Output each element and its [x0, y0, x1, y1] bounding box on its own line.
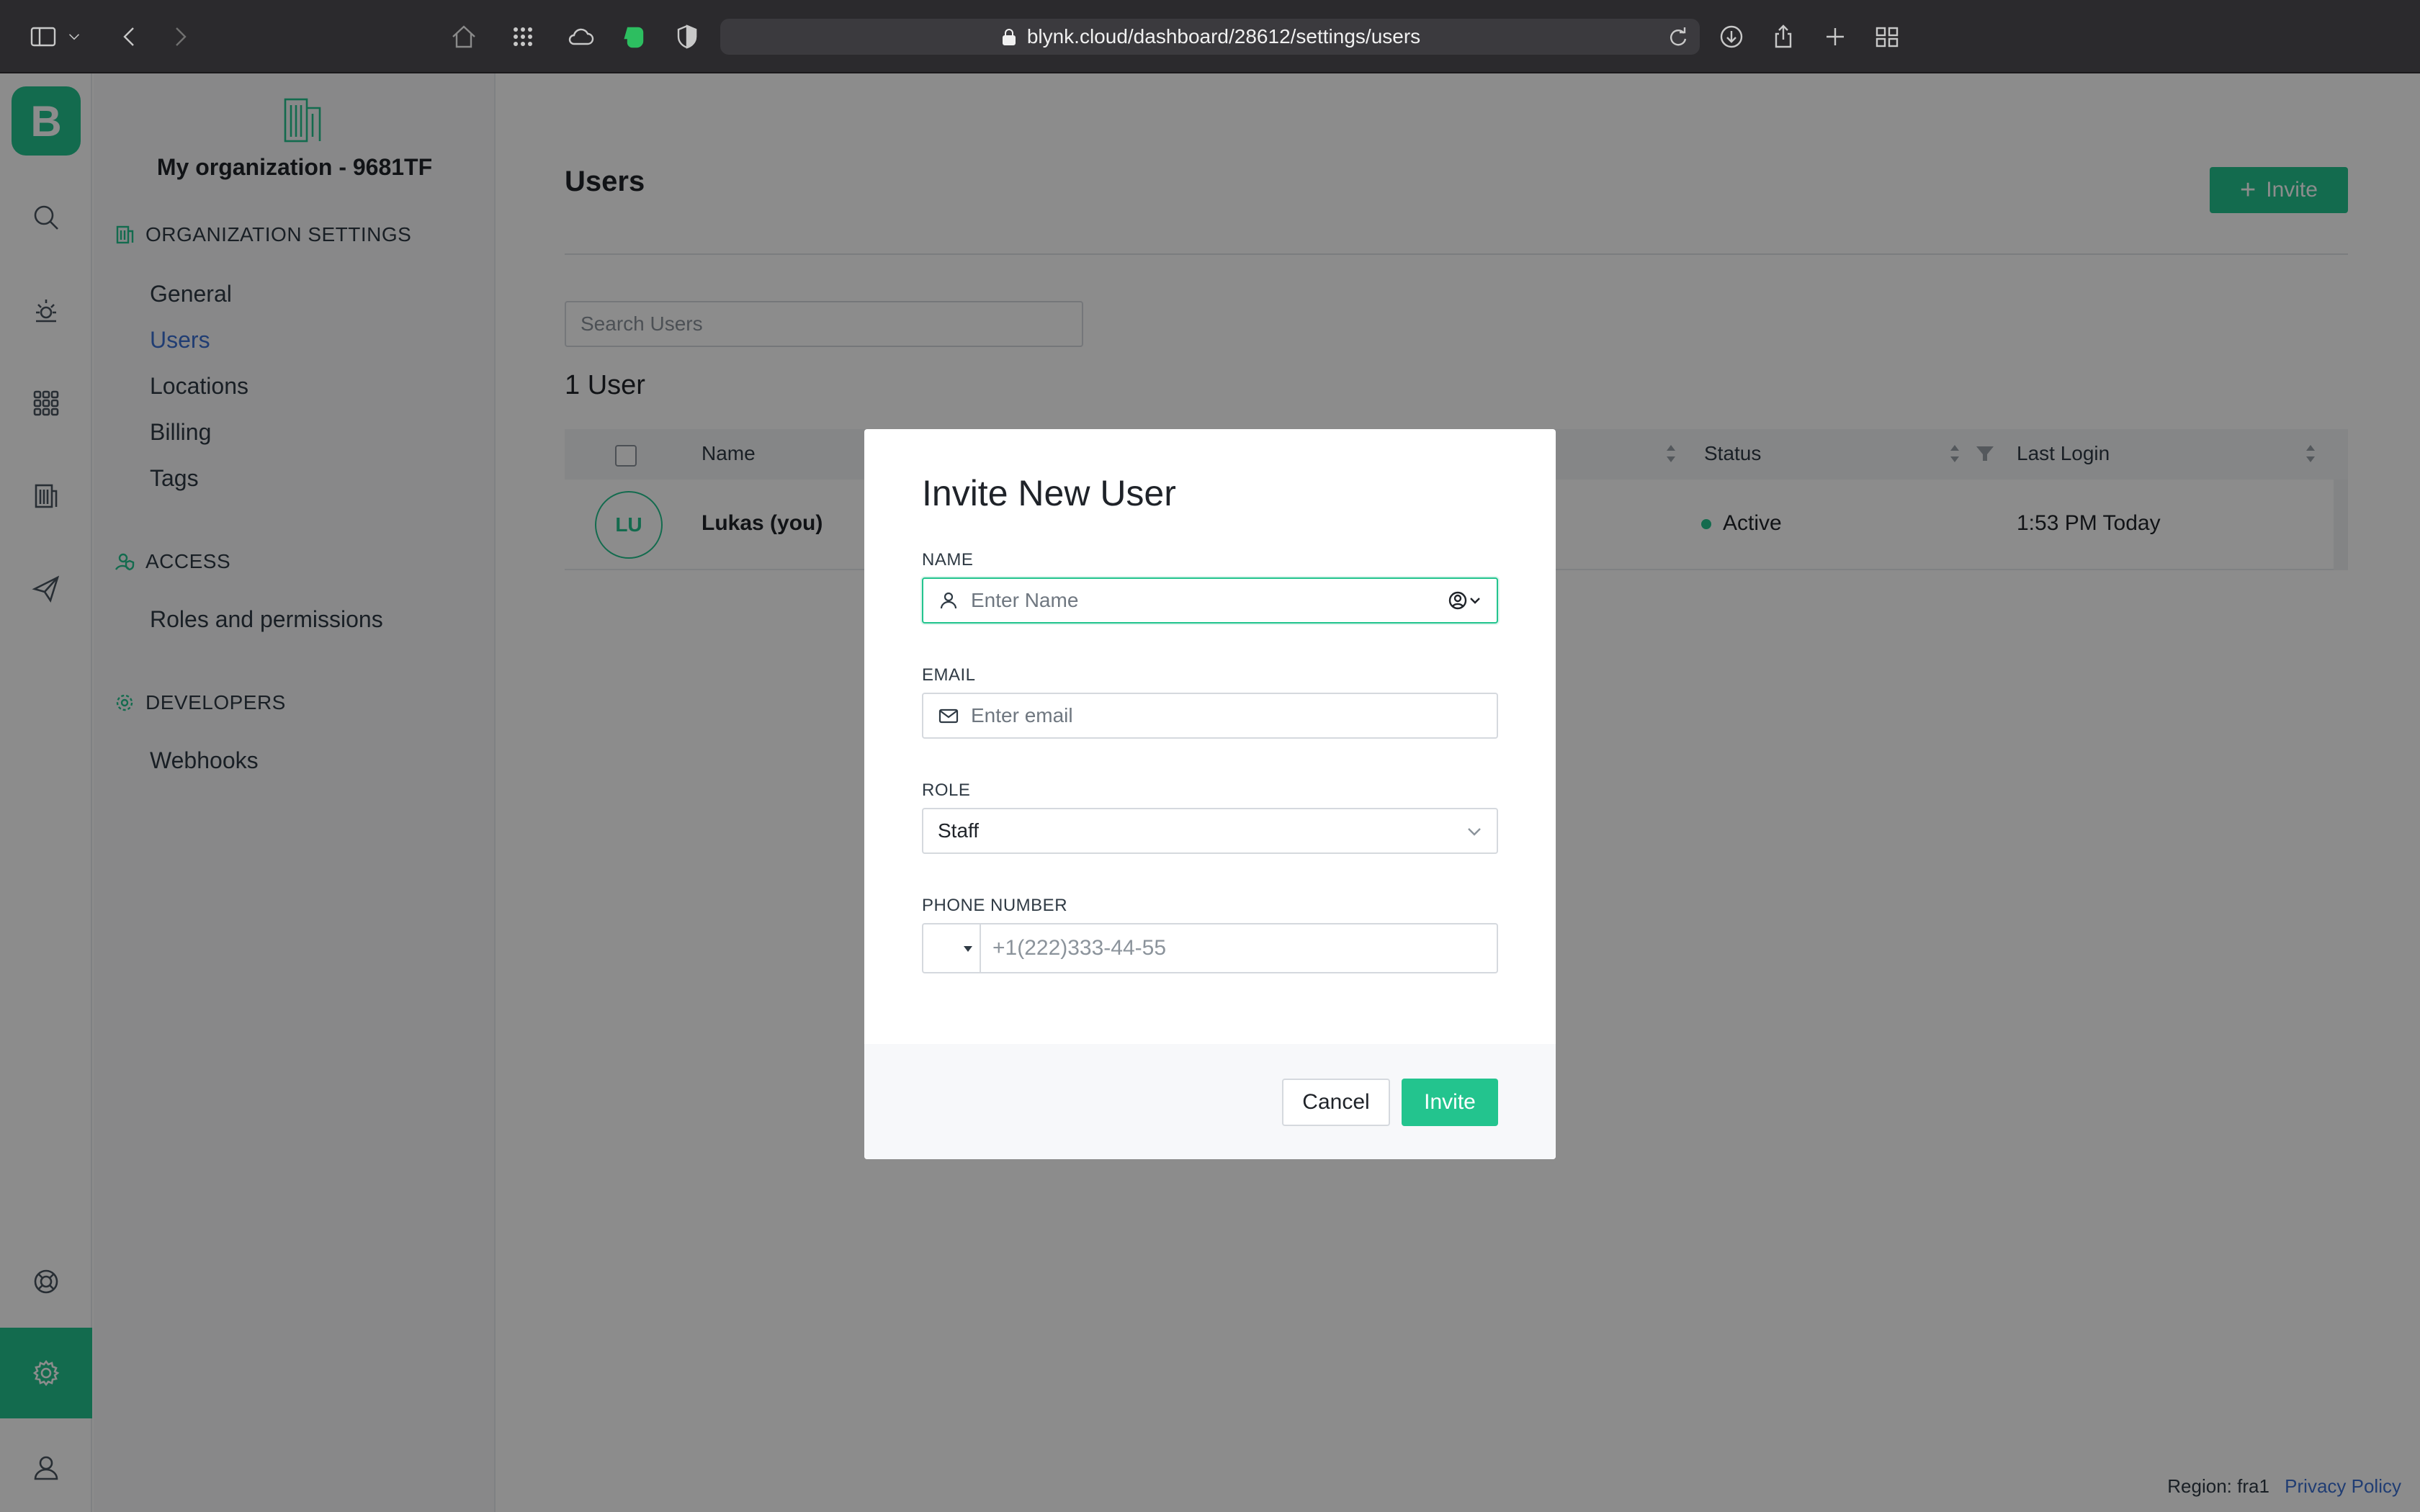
- dialog-footer: Cancel Invite: [864, 1044, 1556, 1159]
- back-icon[interactable]: [112, 19, 147, 54]
- mail-icon: [938, 705, 959, 726]
- sidebar-toggle-icon[interactable]: [26, 19, 60, 54]
- download-icon[interactable]: [1714, 19, 1749, 54]
- person-icon: [938, 590, 959, 611]
- dialog-title: Invite New User: [922, 473, 1176, 513]
- name-label: NAME: [922, 550, 974, 570]
- tab-overview-icon[interactable]: [1870, 19, 1904, 54]
- country-code-select[interactable]: [922, 923, 980, 973]
- evernote-icon[interactable]: [617, 19, 651, 54]
- cloud-icon[interactable]: [563, 19, 598, 54]
- home-icon[interactable]: [447, 19, 481, 54]
- role-label: ROLE: [922, 780, 971, 800]
- phone-field: [922, 923, 1498, 973]
- phone-label: PHONE NUMBER: [922, 896, 1068, 915]
- caret-down-icon: [964, 946, 972, 952]
- role-value: Staff: [938, 819, 980, 842]
- autofill-contact-icon[interactable]: [1446, 586, 1487, 615]
- address-bar[interactable]: blynk.cloud/dashboard/28612/settings/use…: [720, 19, 1700, 55]
- apps-grid-icon[interactable]: [506, 19, 540, 54]
- forward-icon[interactable]: [163, 19, 197, 54]
- email-label: EMAIL: [922, 665, 976, 685]
- shield-icon[interactable]: [670, 19, 704, 54]
- chevron-down-icon: [1465, 822, 1484, 841]
- phone-input[interactable]: [980, 923, 1498, 973]
- email-input[interactable]: [971, 694, 1497, 737]
- lock-icon: [1002, 29, 1016, 45]
- reload-icon[interactable]: [1664, 23, 1693, 52]
- new-tab-icon[interactable]: [1818, 19, 1852, 54]
- url-text: blynk.cloud/dashboard/28612/settings/use…: [1026, 25, 1421, 48]
- email-field[interactable]: [922, 693, 1498, 739]
- cancel-button[interactable]: Cancel: [1282, 1079, 1390, 1126]
- name-field[interactable]: [922, 577, 1498, 624]
- role-select[interactable]: Staff: [922, 808, 1498, 854]
- invite-user-dialog: Invite New User NAME EMAIL ROLE Staff PH…: [864, 429, 1556, 1159]
- chevron-down-icon[interactable]: [63, 19, 85, 54]
- share-icon[interactable]: [1766, 19, 1801, 54]
- browser-toolbar: blynk.cloud/dashboard/28612/settings/use…: [0, 0, 2420, 73]
- invite-submit-button[interactable]: Invite: [1402, 1079, 1498, 1126]
- name-input[interactable]: [971, 579, 1446, 622]
